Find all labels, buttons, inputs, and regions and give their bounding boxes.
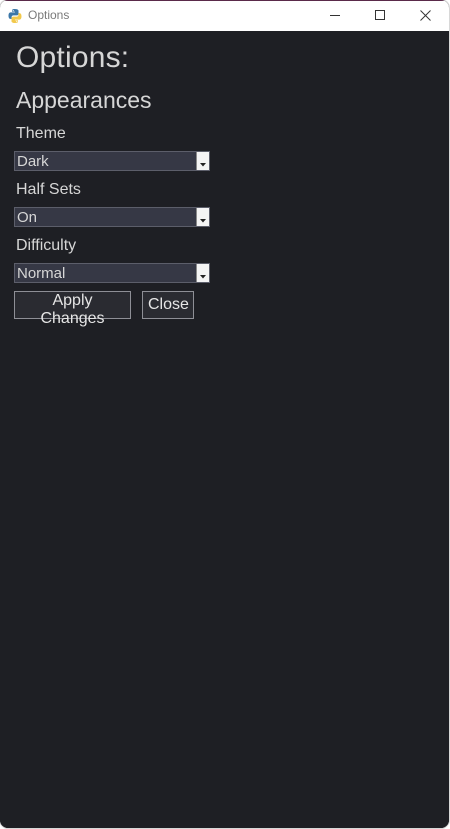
close-icon (419, 10, 431, 21)
close-button[interactable]: Close (142, 291, 194, 319)
maximize-button[interactable] (357, 0, 403, 31)
title-bar[interactable]: Options (0, 0, 449, 31)
theme-select[interactable]: Dark (14, 151, 210, 171)
dropdown-arrow-icon[interactable] (196, 152, 209, 170)
section-title: Appearances (16, 87, 152, 113)
difficulty-label: Difficulty (16, 237, 77, 254)
close-window-button[interactable] (402, 0, 448, 31)
difficulty-value: Normal (17, 265, 66, 282)
options-window: Options Options: Appearances Theme Dark (0, 0, 449, 828)
half-sets-select[interactable]: On (14, 207, 210, 227)
python-icon (7, 8, 23, 24)
title-accent-line (0, 0, 449, 1)
theme-label: Theme (16, 125, 66, 142)
window-title: Options (28, 8, 70, 22)
dropdown-arrow-icon[interactable] (196, 264, 209, 282)
dropdown-arrow-icon[interactable] (196, 208, 209, 226)
theme-value: Dark (17, 153, 49, 170)
options-content: Options: Appearances Theme Dark Half Set… (0, 31, 449, 828)
maximize-icon (374, 10, 386, 21)
page-title: Options: (16, 41, 130, 74)
half-sets-value: On (17, 209, 38, 226)
difficulty-select[interactable]: Normal (14, 263, 210, 283)
minimize-button[interactable] (312, 0, 358, 31)
half-sets-label: Half Sets (16, 181, 81, 198)
minimize-icon (329, 10, 341, 21)
apply-changes-button[interactable]: Apply Changes (14, 291, 131, 327)
